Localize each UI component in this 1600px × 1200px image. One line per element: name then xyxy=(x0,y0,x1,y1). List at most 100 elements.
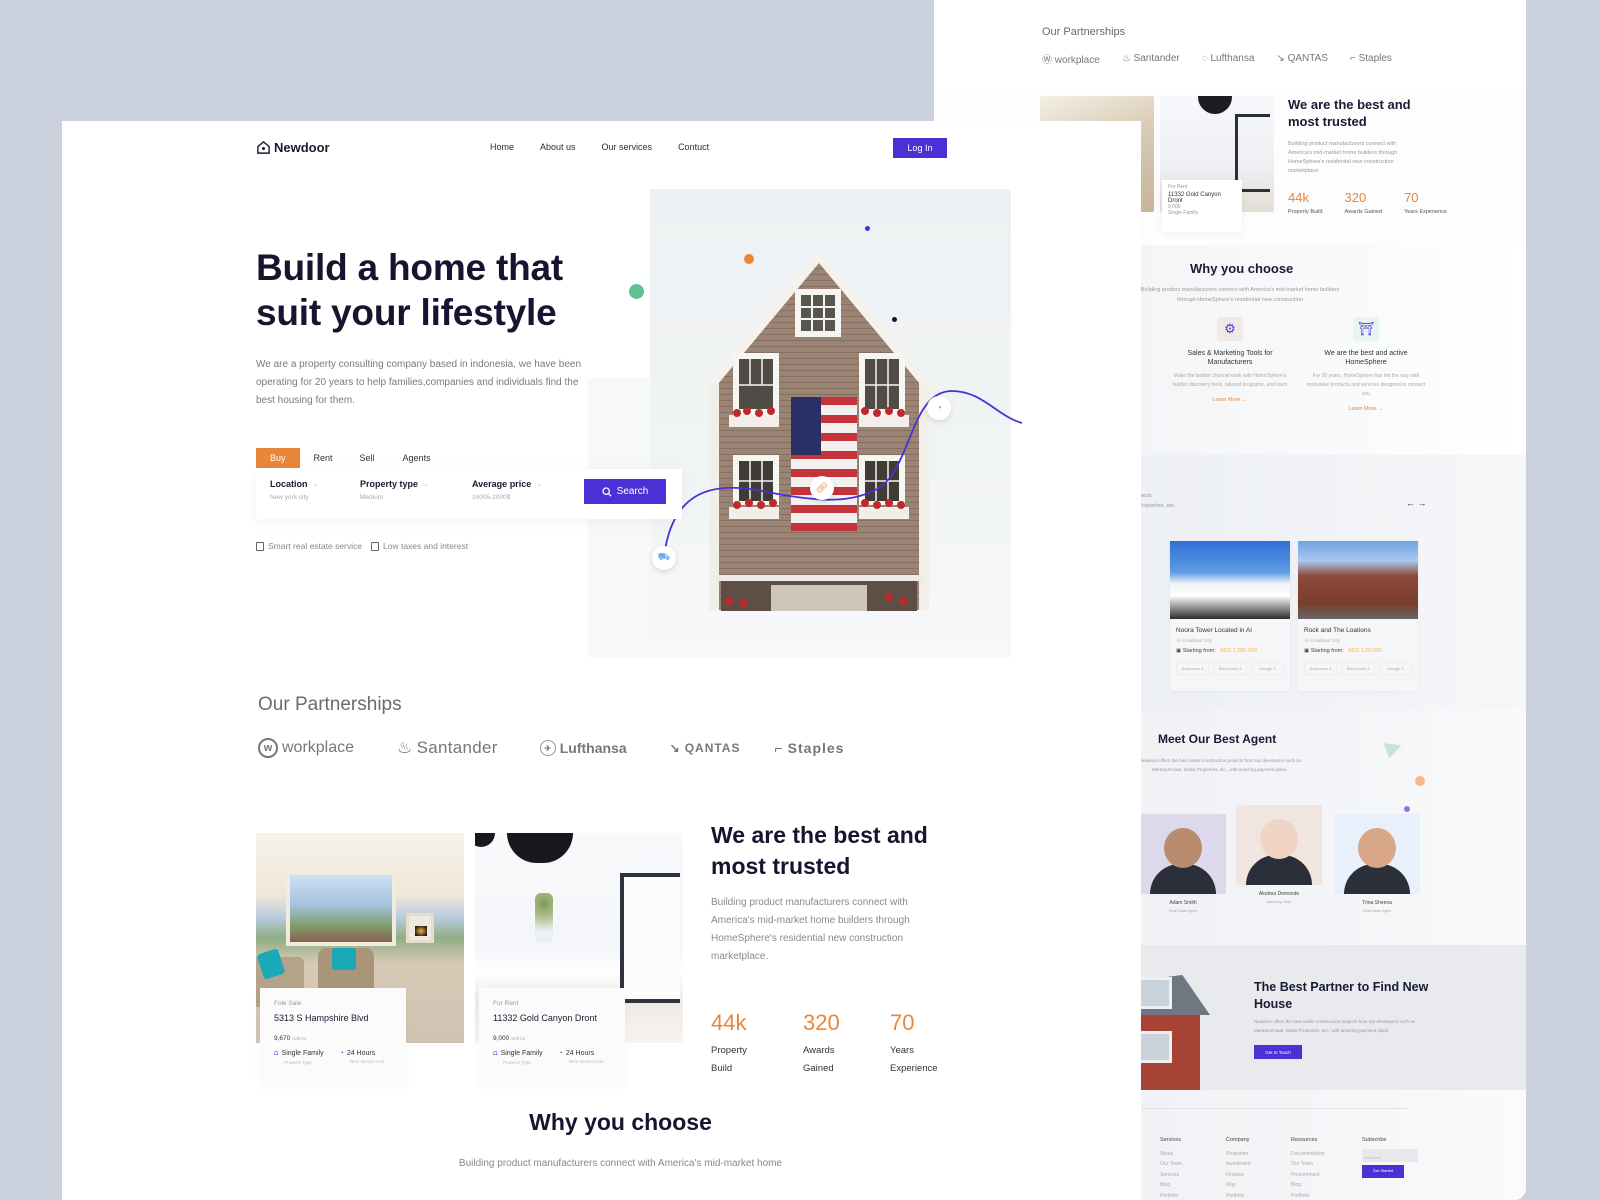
project-card[interactable]: Rock and The Loations ⦿ Al Habtoor City … xyxy=(1298,541,1418,691)
hero-features: Smart real estate service Low taxes and … xyxy=(256,541,468,551)
hero-title: Build a home that suit your lifestyle xyxy=(256,247,563,333)
footer-link[interactable]: Portfolio xyxy=(1160,1191,1182,1200)
building-icon: ⩍ xyxy=(493,1050,498,1057)
footer-link[interactable]: Our Team xyxy=(1160,1159,1182,1170)
logo-qantas: ↘ QANTAS xyxy=(669,741,741,755)
get-in-touch-button[interactable]: Get In Touch xyxy=(1254,1045,1302,1059)
bp-partners-title: Our Partnerships xyxy=(1042,26,1126,38)
email-input[interactable]: Your email xyxy=(1362,1148,1418,1162)
chevron-down-icon: ⌄ xyxy=(423,481,429,488)
agent-photo xyxy=(1236,805,1322,885)
bp-feature-card: ⚙ Sales & Marketing Tools for Manufactur… xyxy=(1170,317,1290,403)
location-pin-icon: ⦿ Al Habtoor City xyxy=(1304,638,1340,643)
stat-years: 70 Years Experience xyxy=(890,1010,938,1074)
feature-item: Low taxes and interest xyxy=(371,541,468,551)
bp-stat: 320 Awards Gained xyxy=(1344,190,1383,215)
footer-link[interactable]: Our Team xyxy=(1291,1159,1325,1170)
landing-page: Newdoor Home About us Our services Contu… xyxy=(62,121,1141,1200)
footer-link[interactable]: Projection xyxy=(1226,1149,1250,1160)
hero-description: We are a property consulting company bas… xyxy=(256,359,582,406)
tab-buy[interactable]: Buy xyxy=(256,448,300,468)
divider xyxy=(1118,1108,1408,1109)
footer-link[interactable]: Documentation xyxy=(1291,1149,1325,1160)
location-pin-icon: ⦿ Al Habtoor City xyxy=(1176,638,1212,643)
dot-decoration xyxy=(892,317,897,322)
get-started-button[interactable]: Get Started xyxy=(1362,1164,1404,1178)
nav-links: Home About us Our services Contuct xyxy=(490,142,709,152)
partner-logos: w workplace ♨ Santander ✈ Lufthansa ↘ QANTAS… xyxy=(258,738,844,758)
brand-logo[interactable]: Newdoor xyxy=(256,140,330,155)
nav-about[interactable]: About us xyxy=(540,142,576,152)
footer-link[interactable]: Services xyxy=(1160,1170,1182,1181)
tab-sell[interactable]: Sell xyxy=(347,448,389,468)
flame-icon: ♨ xyxy=(397,738,413,757)
search-button[interactable]: Search xyxy=(584,479,666,504)
bp-partner-logos: Ⓦ workplace ♨ Santander ◌ Lufthansa ↘ QA… xyxy=(1042,51,1392,66)
tab-agents[interactable]: Agents xyxy=(389,448,445,468)
location-select[interactable]: Location ⌄ New york city xyxy=(270,479,318,501)
project-photo xyxy=(1298,541,1418,619)
document-icon xyxy=(371,541,380,551)
footer-link[interactable]: Portfolio xyxy=(1226,1191,1250,1200)
agent-photo xyxy=(1140,814,1226,894)
logo-lufthansa: ✈ Lufthansa xyxy=(539,740,627,756)
workplace-icon: w xyxy=(258,738,278,758)
footer-link[interactable]: Blog xyxy=(1291,1180,1325,1191)
nav-home[interactable]: Home xyxy=(490,142,514,152)
bp-logo-staples: ⌐ Staples xyxy=(1349,53,1392,64)
footer-link[interactable]: About xyxy=(1160,1149,1182,1160)
logo-workplace: w workplace xyxy=(258,738,354,758)
arch-icon: ⛩ xyxy=(1353,317,1379,341)
agent-card[interactable]: Adam Smith Real Estate Agent xyxy=(1140,814,1226,913)
property-card[interactable]: Fole Sale 5313 S Hampshire Blvd 9,670 Sq… xyxy=(260,988,406,1083)
agent-card[interactable]: Trina Sheena Real Estate Agent xyxy=(1334,814,1420,913)
stat-awards: 320 Awards Gained xyxy=(803,1010,840,1074)
average-price-select[interactable]: Average price ⌄ 10005-2000$ xyxy=(472,479,542,501)
project-card[interactable]: Noora Tower Located in Al ⦿ Al Habtoor C… xyxy=(1170,541,1290,691)
nav-contact[interactable]: Contuct xyxy=(678,142,709,152)
footer-link[interactable]: Map xyxy=(1226,1180,1250,1191)
bp-property-card[interactable]: For Rent 11332 Gold Canyon Dront 9,000 S… xyxy=(1162,180,1242,232)
bp-why-title: Why you choose xyxy=(1190,261,1294,276)
tab-rent[interactable]: Rent xyxy=(300,448,347,468)
bp-trust-desc: Building product manufacturers connect w… xyxy=(1288,141,1398,174)
learn-more-link[interactable]: Learn More → xyxy=(1306,406,1426,412)
dot-decoration xyxy=(629,284,644,299)
bp-feature-card: ⛩ We are the best and active HomeSphere … xyxy=(1306,317,1426,412)
login-button[interactable]: Log In xyxy=(893,138,947,158)
agent-photo xyxy=(1334,814,1420,894)
footer-link[interactable]: Blog xyxy=(1160,1180,1182,1191)
search-tabs: Buy Rent Sell Agents xyxy=(256,448,445,468)
footer-link[interactable]: Procurement xyxy=(1291,1170,1325,1181)
footer-link[interactable]: Finance xyxy=(1226,1170,1250,1181)
bp-stat: 70 Years Experience xyxy=(1404,190,1447,215)
nav-services[interactable]: Our services xyxy=(602,142,653,152)
crane-icon: ✈ xyxy=(539,740,556,756)
logo-santander: ♨ Santander xyxy=(397,738,498,757)
learn-more-link[interactable]: Learn More → xyxy=(1170,397,1290,403)
gears-icon: ⚙ xyxy=(1217,317,1243,341)
footer-link[interactable]: Investment xyxy=(1226,1159,1250,1170)
bp-stats: 44k Property Build 320 Awards Gained 70 Yea… xyxy=(1288,190,1447,217)
search-icon xyxy=(602,486,612,497)
property-type-select[interactable]: Property type ⌄ Medium xyxy=(360,479,429,501)
cta-title: The Best Partner to Find New House xyxy=(1254,980,1429,1011)
why-title: Why you choose xyxy=(529,1109,712,1135)
trust-description: Building product manufacturers connect w… xyxy=(711,897,910,962)
car-icon: ⛟ xyxy=(652,546,676,570)
carousel-arrows[interactable]: ← → xyxy=(1406,498,1427,508)
chevron-down-icon: ⌄ xyxy=(536,481,543,488)
footer-column: Company Projection Investment Finance Ma… xyxy=(1226,1135,1250,1200)
bp-partners-section: Our Partnerships Ⓦ workplace ♨ Santander… xyxy=(934,0,1526,90)
stat-property-build: 44k Property Build xyxy=(711,1010,747,1074)
footer-column: Services About Our Team Services Blog Po… xyxy=(1160,1135,1182,1200)
footer-column: Resources Documentation Our Team Procure… xyxy=(1291,1135,1325,1200)
agent-card[interactable]: Alodrea Demonde Marketing Head xyxy=(1236,805,1322,904)
trust-title: We are the best and most trusted xyxy=(711,822,928,879)
bp-logo-qantas: ↘ QANTAS xyxy=(1276,53,1328,64)
feature-item: Smart real estate service xyxy=(256,541,362,551)
footer-link[interactable]: Portfolio xyxy=(1291,1191,1325,1200)
bp-why-subtitle: Building product manufacturers connect w… xyxy=(1140,287,1340,303)
chevron-down-icon: ⌄ xyxy=(312,481,319,488)
property-card[interactable]: For Rent 11332 Gold Canyon Dront 9,000 S… xyxy=(479,988,625,1083)
